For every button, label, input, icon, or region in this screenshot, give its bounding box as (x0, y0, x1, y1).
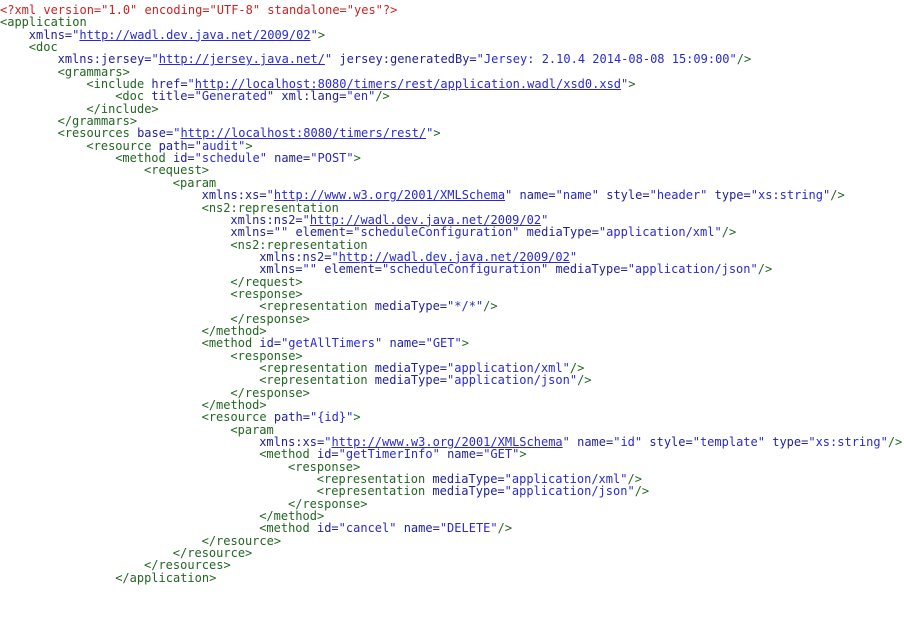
xml-attribute-value: "en" (346, 89, 376, 104)
xml-line: xmlns="" element="scheduleConfiguration"… (0, 263, 904, 275)
xml-line: </response> (0, 386, 904, 399)
xml-attribute-value: "application/xml" (598, 225, 722, 240)
xml-attribute-value: "id" (613, 435, 643, 450)
xml-line: <representation mediaType="application/j… (0, 485, 904, 497)
xml-attribute-value: "application/json" (627, 262, 758, 277)
xml-attribute-name: id= (316, 521, 339, 536)
xml-tag: /> (736, 52, 752, 67)
xml-attribute-value: "application/json" (447, 373, 578, 388)
xml-attribute-name: mediaType= (555, 262, 628, 277)
xml-tag: /> (634, 484, 650, 499)
xml-attribute-name: style= (649, 435, 693, 450)
xml-line: </response> (0, 498, 904, 510)
xml-line: </request> (0, 275, 904, 288)
xml-attribute-value: "Jersey: 2.10.4 2014-08-08 15:09:00" (476, 52, 737, 67)
xml-attribute-value: "template" (692, 435, 765, 450)
xml-attribute-value: "POST" (310, 151, 354, 166)
xml-tag: /> (375, 89, 390, 104)
xml-text (440, 447, 447, 461)
xml-tag: <doc (28, 40, 58, 55)
xml-attribute-name: name= (403, 521, 440, 536)
xml-source-view: <?xml version="1.0" encoding="UTF-8" sta… (0, 0, 904, 584)
xml-attribute-value: "xs:string" (750, 188, 831, 203)
xml-attribute-name: type= (772, 435, 809, 450)
xml-text (396, 521, 403, 535)
xml-tag: /> (830, 188, 845, 203)
xml-line: <resource path="{id}"> (0, 411, 904, 423)
xml-line: </response> (0, 312, 904, 325)
xml-line: xmlns="" element="scheduleConfiguration"… (0, 226, 904, 238)
xml-attribute-name: type= (714, 188, 751, 203)
xml-attribute-value: " (310, 27, 318, 42)
xml-attribute-value: "xs:string" (808, 435, 888, 450)
xml-attribute-value: "scheduleConfiguration" (353, 225, 520, 240)
xml-attribute-value: "" (302, 262, 317, 277)
xml-text (512, 188, 519, 202)
xml-line: <method id="schedule" name="POST"> (0, 152, 904, 164)
xml-attribute-value: " (562, 435, 570, 450)
xml-attribute-value: "cancel" (338, 521, 397, 536)
xml-line: <method id="getAllTimers" name="GET"> (0, 337, 904, 349)
xml-line: xmlns:jersey="http://jersey.java.net/" j… (0, 53, 904, 65)
xml-attribute-name: name= (519, 188, 556, 203)
xml-url-link[interactable]: http://wadl.dev.java.net/2009/02 (79, 28, 310, 42)
xml-line: xmlns:xs="http://www.w3.org/2001/XMLSche… (0, 189, 904, 201)
xml-attribute-name: mediaType= (526, 225, 599, 240)
xml-attribute-value: "DELETE" (439, 521, 498, 536)
xml-line: </resource> (0, 535, 904, 547)
xml-attribute-value: "GET" (483, 447, 520, 462)
xml-line: <representation mediaType="application/j… (0, 374, 904, 386)
xml-tag: > (461, 336, 469, 351)
xml-tag: > (433, 126, 441, 141)
xml-line: <method id="getTimerInfo" name="GET"> (0, 448, 904, 460)
xml-attribute-name: style= (606, 188, 650, 203)
xml-attribute-name: element= (324, 262, 383, 277)
xml-attribute-name: name= (447, 447, 484, 462)
xml-text (519, 225, 526, 239)
xml-tag: > (317, 27, 326, 42)
xml-line: </resource> (0, 547, 904, 559)
xml-line: <request> (0, 164, 904, 176)
xml-text (707, 188, 714, 202)
xml-attribute-value: "scheduleConfiguration" (382, 262, 549, 277)
xml-attribute-name: name= (389, 336, 426, 351)
xml-tag: /> (887, 435, 903, 450)
xml-line: <method id="cancel" name="DELETE"/> (0, 522, 904, 534)
xml-tag: /> (497, 521, 513, 536)
xml-attribute-name: mediaType= (374, 299, 448, 314)
xml-attribute-value: "application/json" (504, 484, 635, 499)
xml-attribute-value: "{id}" (309, 410, 354, 425)
xml-attribute-value: "GET" (425, 336, 462, 351)
xml-url-link[interactable]: http://jersey.java.net/ (159, 52, 325, 66)
xml-attribute-value: "Generated" (194, 89, 275, 104)
xml-attribute-name: xml:lang= (281, 89, 347, 104)
xml-line: xmlns="http://wadl.dev.java.net/2009/02"… (0, 29, 904, 41)
xml-tag: > (353, 151, 361, 166)
xml-attribute-value: " (151, 52, 159, 67)
xml-line: </method> (0, 399, 904, 411)
xml-tag: > (519, 447, 527, 462)
xml-attribute-value: "*/*" (447, 299, 484, 314)
xml-attribute-name: path= (273, 410, 310, 425)
xml-tag: /> (577, 373, 592, 388)
xml-attribute-name: jersey:generatedBy= (339, 52, 477, 67)
xml-tag: </application> (115, 570, 217, 585)
xml-attribute-name: name= (274, 151, 311, 166)
xml-line: <?xml version="1.0" encoding="UTF-8" sta… (0, 4, 904, 16)
xml-attribute-value: "header" (649, 188, 708, 203)
xml-attribute-name: mediaType= (374, 373, 448, 388)
xml-tag: /> (721, 225, 737, 240)
xml-tag: > (628, 77, 636, 92)
xml-attribute-name: mediaType= (432, 484, 505, 499)
xml-tag: > (353, 410, 361, 425)
xml-attribute-name: name= (577, 435, 614, 450)
xml-tag: /> (483, 299, 498, 314)
xml-line: <representation mediaType="*/*"/> (0, 300, 904, 312)
xml-line: </application> (0, 572, 904, 584)
xml-attribute-value: "name" (555, 188, 599, 203)
xml-tag: /> (757, 262, 773, 277)
